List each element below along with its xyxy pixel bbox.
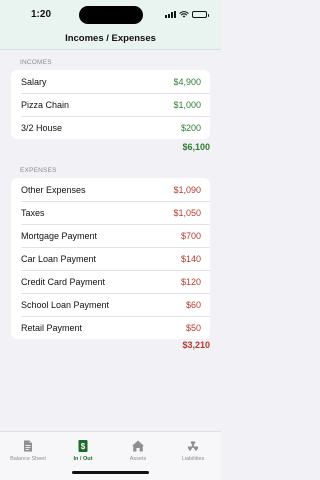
tab-label: Assets [129,456,147,462]
income-row-salary[interactable]: Salary $4,900 [11,70,210,93]
expense-amount: $140 [180,253,201,264]
expense-name: Credit Card Payment [21,276,106,287]
dollar-icon: $ [78,440,88,452]
expense-name: Retail Payment [21,322,83,333]
expenses-section-label: EXPENSES [20,167,57,174]
expense-amount: $700 [180,230,201,241]
signal-icon [165,10,176,18]
income-amount: $4,900 [173,76,201,87]
battery-icon [192,10,209,18]
expense-row-taxes[interactable]: Taxes $1,050 [11,201,210,224]
income-row-house[interactable]: 3/2 House $200 [11,116,210,139]
tab-liabilities[interactable]: Liabilities [168,439,218,462]
expense-amount: $50 [185,322,201,333]
tab-label: Liabilities [181,456,205,462]
tab-label: Balance Sheet [10,456,46,462]
incomes-section-label: INCOMES [20,59,52,66]
expense-row-car-loan-payment[interactable]: Car Loan Payment $140 [11,247,210,270]
expense-name: Other Expenses [21,184,86,195]
status-time: 1:20 [31,9,52,20]
expense-row-other-expenses[interactable]: Other Expenses $1,090 [11,178,210,201]
incomes-list: Salary $4,900 Pizza Chain $1,000 3/2 Hou… [11,70,210,139]
expense-row-mortgage-payment[interactable]: Mortgage Payment $700 [11,224,210,247]
wifi-icon [179,11,189,18]
expense-name: Car Loan Payment [21,253,97,264]
expense-row-school-loan-payment[interactable]: School Loan Payment $60 [11,293,210,316]
home-indicator [72,471,149,474]
tab-balance-sheet[interactable]: Balance Sheet [3,439,53,462]
incomes-total: $6,100 [182,142,210,152]
house-icon [132,440,144,452]
expenses-list: Other Expenses $1,090 Taxes $1,050 Mortg… [11,178,210,339]
top-bar: 1:20 Incomes / Expenses [0,0,221,50]
income-name: 3/2 House [21,122,63,133]
expense-amount: $60 [185,299,201,310]
tab-label: In / Out [73,456,93,462]
expense-name: Taxes [21,207,45,218]
expense-row-retail-payment[interactable]: Retail Payment $50 [11,316,210,339]
income-name: Salary [21,76,47,87]
income-row-pizza-chain[interactable]: Pizza Chain $1,000 [11,93,210,116]
radiation-icon [187,441,199,451]
expense-name: Mortgage Payment [21,230,98,241]
income-name: Pizza Chain [21,99,70,110]
svg-text:$: $ [81,442,86,451]
expense-name: School Loan Payment [21,299,110,310]
dynamic-island [79,6,143,24]
status-icons [165,10,209,18]
document-icon [24,440,32,452]
page-title: Incomes / Expenses [65,33,156,44]
income-amount: $1,000 [173,99,201,110]
tab-in-out[interactable]: $ In / Out [58,439,108,462]
expense-row-credit-card-payment[interactable]: Credit Card Payment $120 [11,270,210,293]
income-amount: $200 [180,122,201,133]
expenses-total: $3,210 [182,340,210,350]
expense-amount: $1,050 [173,207,201,218]
expense-amount: $120 [180,276,201,287]
tab-assets[interactable]: Assets [113,439,163,462]
expense-amount: $1,090 [173,184,201,195]
